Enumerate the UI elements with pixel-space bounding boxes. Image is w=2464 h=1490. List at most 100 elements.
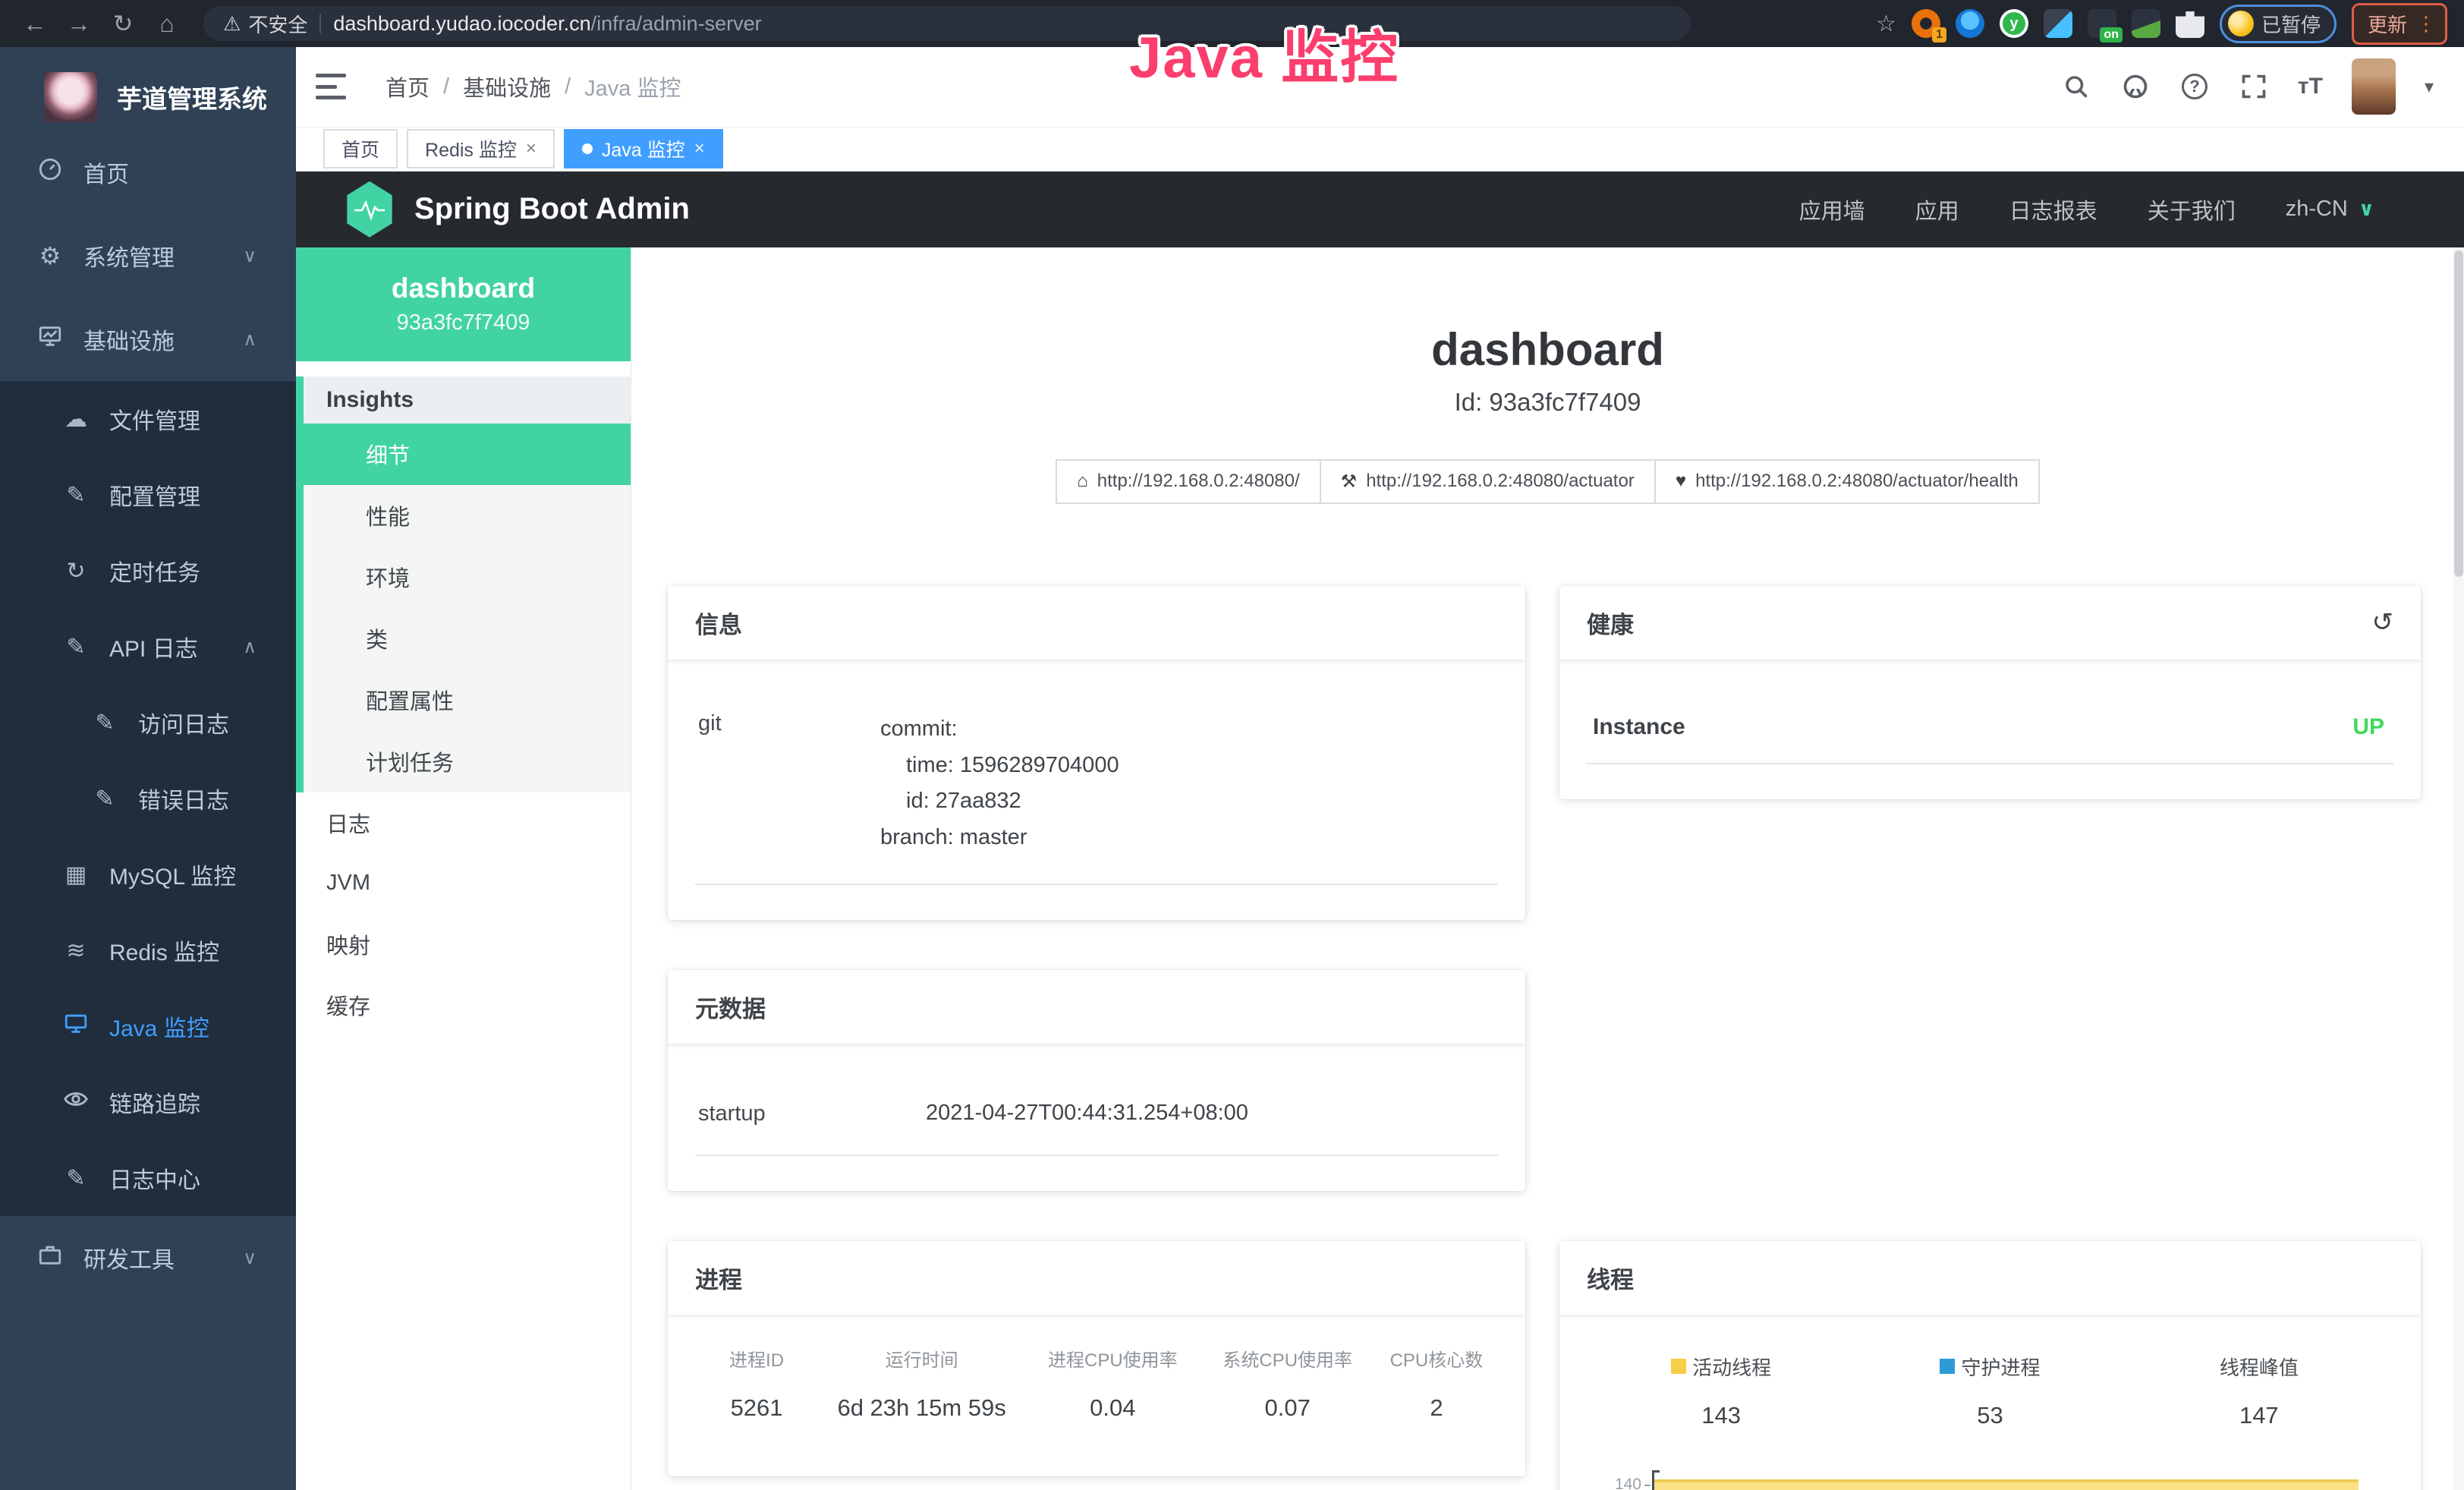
actuator-url-button[interactable]: ⚒ http://192.168.0.2:48080/actuator xyxy=(1320,459,1656,504)
sidebar-item-config-mgmt[interactable]: ✎ 配置管理 xyxy=(0,457,296,533)
sba-side-item-caches[interactable]: 缓存 xyxy=(296,975,631,1035)
sidebar-item-label: Redis 监控 xyxy=(109,934,219,967)
service-url-button[interactable]: ⌂ http://192.168.0.2:48080/ xyxy=(1056,459,1320,504)
sidebar-item-redis-monitor[interactable]: ≋ Redis 监控 xyxy=(0,912,296,988)
scrollbar-track[interactable] xyxy=(2453,247,2464,1490)
reload-icon[interactable]: ↻ xyxy=(105,9,141,38)
tab-java-monitor[interactable]: Java 监控 × xyxy=(564,129,723,169)
sba-nav-about[interactable]: 关于我们 xyxy=(2148,194,2236,225)
tab-redis-monitor[interactable]: Redis 监控 × xyxy=(407,129,555,169)
extension-icon-orange[interactable]: 1 xyxy=(1912,9,1940,38)
card-title: 进程 xyxy=(695,1261,742,1295)
edit-icon: ✎ xyxy=(90,710,120,736)
process-table: 进程ID 运行时间 进程CPU使用率 系统CPU使用率 CPU核心数 5261 … xyxy=(695,1334,1498,1441)
info-git-row: git commit: time: 1596289704000 id: 27aa… xyxy=(695,691,1498,885)
not-secure-warning-icon: ⚠ xyxy=(223,12,241,36)
sidebar-item-label: 研发工具 xyxy=(83,1241,175,1274)
sba-side-item-details[interactable]: 细节 xyxy=(304,424,631,485)
hamburger-icon[interactable] xyxy=(316,74,346,99)
threads-card: 线程 活动线程 守护进程 xyxy=(1559,1241,2421,1490)
sidebar-item-file-mgmt[interactable]: ☁ 文件管理 xyxy=(0,381,296,457)
health-instance-label: Instance xyxy=(1593,714,1685,740)
address-bar[interactable]: ⚠ 不安全 dashboard.yudao.iocoder.cn /infra/… xyxy=(203,6,1691,41)
heartbeat-icon: ♥ xyxy=(1676,471,1686,492)
sidebar-item-dev-tools[interactable]: 研发工具 ∨ xyxy=(0,1216,296,1299)
breadcrumb-infra[interactable]: 基础设施 xyxy=(463,71,551,102)
cpu-cores-value: 2 xyxy=(1375,1394,1498,1422)
address-divider xyxy=(319,14,321,33)
bookmark-star-icon[interactable]: ☆ xyxy=(1876,11,1896,37)
sba-instance-header[interactable]: dashboard 93a3fc7f7409 xyxy=(296,247,631,361)
sba-side-item-jvm[interactable]: JVM xyxy=(296,853,631,914)
font-size-icon[interactable]: тT xyxy=(2298,74,2323,99)
sba-nav-applications[interactable]: 应用 xyxy=(1915,194,1959,225)
sba-language-select[interactable]: zh-CN ∨ xyxy=(2286,197,2374,222)
health-card-header: 健康 ↺ xyxy=(1559,586,2421,661)
close-icon[interactable]: × xyxy=(694,138,705,159)
sba-instance-sidebar: dashboard 93a3fc7f7409 Insights 细节 性能 环境… xyxy=(296,247,631,1490)
avatar-caret-icon[interactable]: ▾ xyxy=(2425,76,2434,98)
sba-brand-title[interactable]: Spring Boot Admin xyxy=(414,192,690,226)
sidebar-item-mysql-monitor[interactable]: ▦ MySQL 监控 xyxy=(0,836,296,912)
sidebar-item-log-center[interactable]: ✎ 日志中心 xyxy=(0,1140,296,1216)
extensions-puzzle-icon[interactable] xyxy=(2176,9,2204,38)
forward-icon[interactable]: → xyxy=(61,10,97,38)
sba-side-item-classes[interactable]: 类 xyxy=(304,608,631,669)
sidebar-item-java-monitor[interactable]: Java 监控 xyxy=(0,988,296,1064)
sidebar-item-access-logs[interactable]: ✎ 访问日志 xyxy=(0,685,296,761)
extension-icon-on[interactable]: on xyxy=(2088,9,2116,38)
git-branch-line: branch: master xyxy=(880,820,1119,856)
update-button[interactable]: 更新⋮ xyxy=(2352,3,2447,45)
sidebar-item-home[interactable]: 首页 xyxy=(0,131,296,214)
sidebar-item-tracing[interactable]: 链路追踪 xyxy=(0,1064,296,1140)
search-icon[interactable] xyxy=(2061,71,2091,102)
extension-on-badge: on xyxy=(2100,27,2123,43)
process-col-header: 系统CPU使用率 xyxy=(1201,1345,1375,1372)
github-icon[interactable] xyxy=(2120,71,2151,102)
paused-badge[interactable]: 已暂停 xyxy=(2220,5,2337,43)
emoji-face-icon xyxy=(2228,11,2254,36)
spring-boot-admin-logo[interactable] xyxy=(345,181,395,238)
browser-menu-icon[interactable]: ⋮ xyxy=(2416,12,2436,36)
user-avatar[interactable] xyxy=(2352,58,2396,115)
sba-side-item-logs[interactable]: 日志 xyxy=(296,792,631,853)
sba-side-item-config-props[interactable]: 配置属性 xyxy=(304,669,631,731)
sba-nav-wallboard[interactable]: 应用墙 xyxy=(1799,194,1865,225)
sidebar-item-scheduled-jobs[interactable]: ↻ 定时任务 xyxy=(0,533,296,609)
close-icon[interactable]: × xyxy=(526,138,537,159)
sba-nav-journal[interactable]: 日志报表 xyxy=(2009,194,2097,225)
extension-icon-leaf[interactable] xyxy=(2132,9,2160,38)
metadata-key: startup xyxy=(698,1101,926,1126)
health-url-button[interactable]: ♥ http://192.168.0.2:48080/actuator/heal… xyxy=(1654,459,2040,504)
url-host[interactable]: dashboard.yudao.iocoder.cn xyxy=(333,12,590,36)
metadata-startup-row: startup 2021-04-27T00:44:31.254+08:00 xyxy=(695,1076,1498,1156)
history-icon[interactable]: ↺ xyxy=(2372,607,2394,638)
tab-home[interactable]: 首页 xyxy=(323,129,398,169)
sba-side-item-scheduled-tasks[interactable]: 计划任务 xyxy=(304,731,631,792)
sidebar-item-error-logs[interactable]: ✎ 错误日志 xyxy=(0,761,296,836)
app-logo-row[interactable]: 芋道管理系统 xyxy=(0,47,296,131)
threads-card-header: 线程 xyxy=(1559,1241,2421,1316)
edit-icon: ✎ xyxy=(61,1165,91,1192)
extension-icon-grid[interactable] xyxy=(2044,9,2072,38)
sidebar-item-label: 定时任务 xyxy=(109,554,200,587)
url-path[interactable]: /infra/admin-server xyxy=(591,12,762,36)
sidebar-item-api-logs[interactable]: ✎ API 日志 ∧ xyxy=(0,609,296,685)
sba-side-item-metrics[interactable]: 性能 xyxy=(304,485,631,547)
browser-home-icon[interactable]: ⌂ xyxy=(149,10,185,38)
sba-side-item-environment[interactable]: 环境 xyxy=(304,547,631,608)
scrollbar-thumb[interactable] xyxy=(2454,250,2463,577)
sidebar-item-infrastructure[interactable]: 基础设施 ∧ xyxy=(0,298,296,381)
breadcrumb-home[interactable]: 首页 xyxy=(385,71,430,102)
chevron-up-icon: ∧ xyxy=(243,329,256,351)
insights-group-header[interactable]: Insights xyxy=(304,376,631,424)
back-icon[interactable]: ← xyxy=(17,10,53,38)
health-instance-row: Instance UP xyxy=(1587,691,2393,764)
not-secure-label[interactable]: 不安全 xyxy=(248,10,307,38)
extension-icon-green-y[interactable]: y xyxy=(2000,9,2028,38)
fullscreen-icon[interactable] xyxy=(2239,71,2269,102)
extension-icon-pin[interactable] xyxy=(1956,9,1984,38)
sidebar-item-system-mgmt[interactable]: ⚙ 系统管理 ∨ xyxy=(0,214,296,298)
sba-side-item-mappings[interactable]: 映射 xyxy=(296,914,631,975)
help-icon[interactable]: ? xyxy=(2179,71,2210,102)
